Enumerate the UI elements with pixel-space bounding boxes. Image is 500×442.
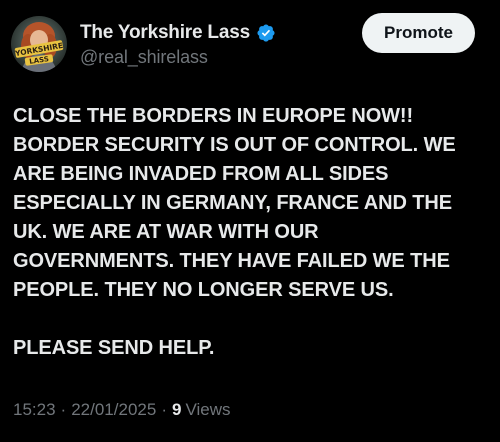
post-time[interactable]: 15:23	[13, 400, 56, 420]
post-date[interactable]: 22/01/2025	[71, 400, 156, 420]
promote-button[interactable]: Promote	[362, 13, 475, 53]
post-text: CLOSE THE BORDERS IN EUROPE NOW!! BORDER…	[13, 102, 491, 363]
views-label[interactable]: Views	[185, 400, 230, 420]
avatar[interactable]: YORKSHIRE LASS	[11, 16, 67, 72]
meta-separator: ·	[60, 400, 67, 419]
post-paragraph: PLEASE SEND HELP.	[13, 337, 215, 359]
display-name[interactable]: The Yorkshire Lass	[80, 22, 250, 44]
post-container: YORKSHIRE LASS The Yorkshire Lass @real_…	[0, 0, 500, 442]
name-row: The Yorkshire Lass	[80, 20, 276, 46]
views-count[interactable]: 9	[172, 400, 181, 420]
author-info: The Yorkshire Lass @real_shirelass	[80, 20, 276, 68]
post-paragraph: CLOSE THE BORDERS IN EUROPE NOW!! BORDER…	[13, 105, 456, 301]
meta-separator: ·	[161, 400, 167, 419]
verified-badge-icon[interactable]	[256, 23, 276, 43]
user-handle[interactable]: @real_shirelass	[80, 47, 276, 68]
post-meta: 15:23 · 22/01/2025 · 9 Views	[13, 400, 231, 420]
avatar-image: YORKSHIRE LASS	[11, 16, 67, 72]
